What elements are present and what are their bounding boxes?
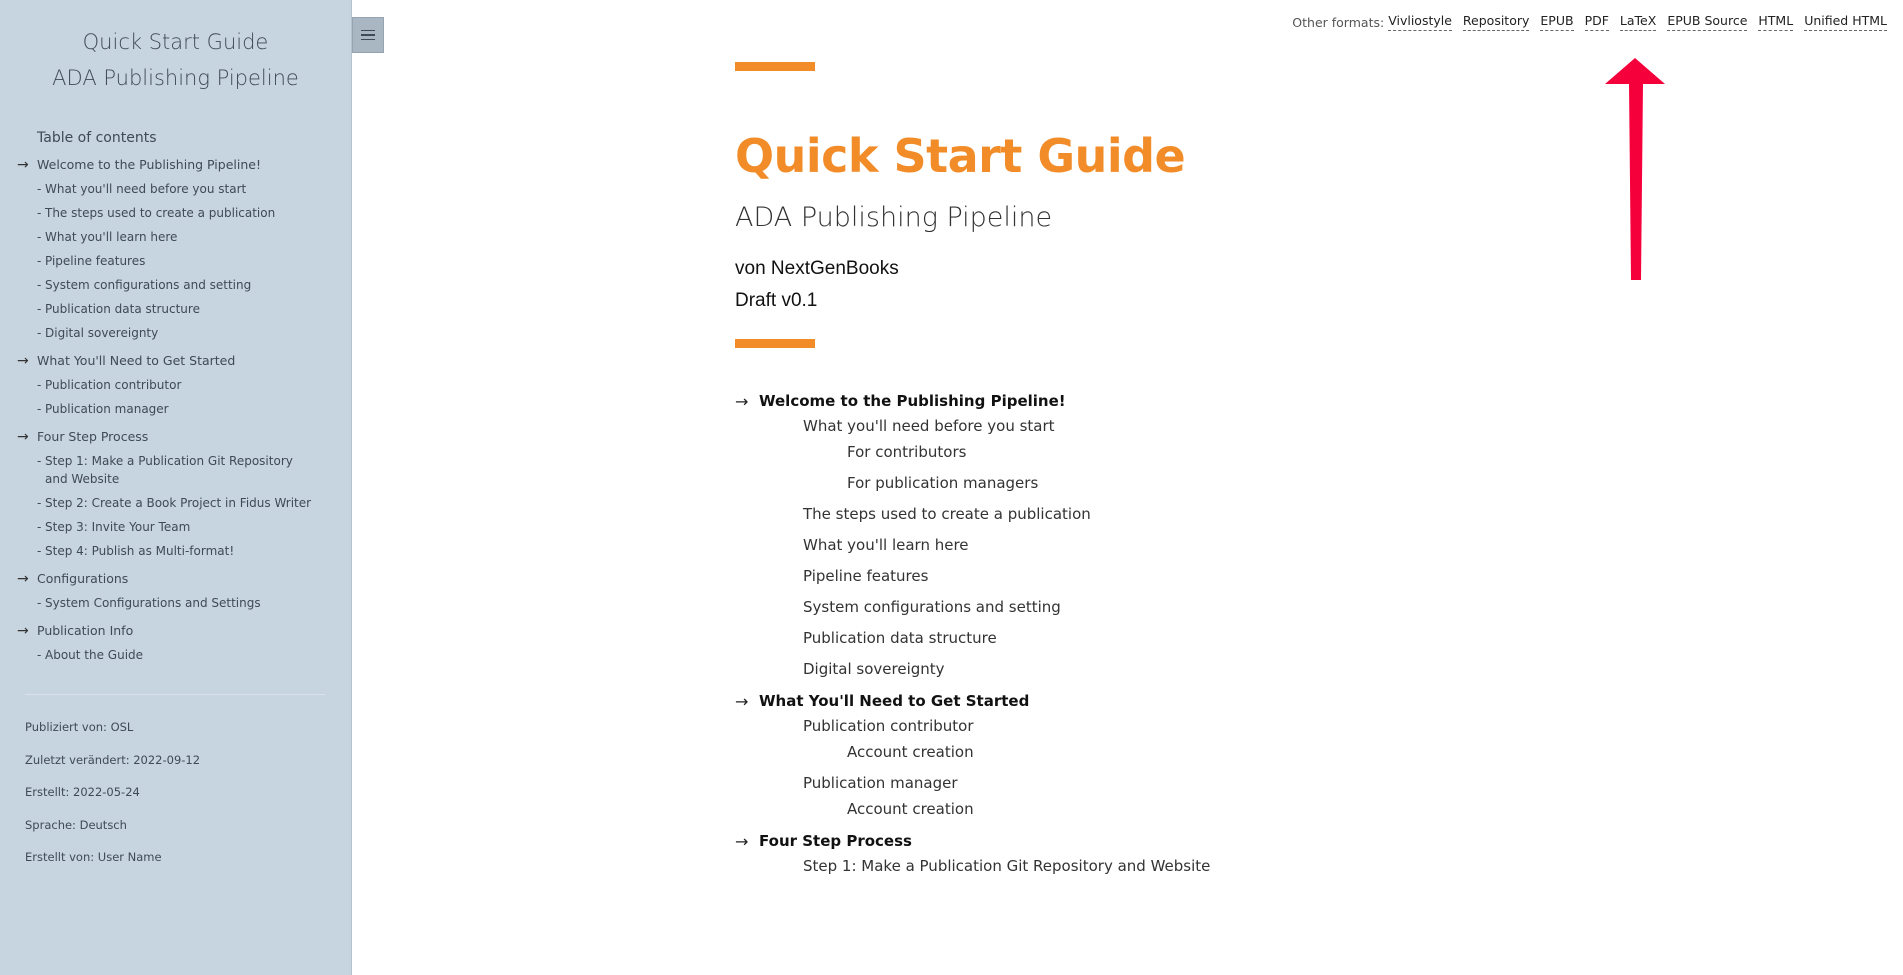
meta-published-by: Publiziert von: OSL: [25, 720, 134, 734]
author-line: von NextGenBooks: [735, 258, 899, 279]
sidebar-subitem[interactable]: - Step 3: Invite Your Team: [37, 518, 327, 536]
sidebar-toc: → Welcome to the Publishing Pipeline! - Wha…: [17, 156, 327, 664]
arrow-right-icon: →: [17, 353, 29, 369]
sidebar-subitem[interactable]: - Publication manager: [37, 400, 327, 418]
content-link[interactable]: For contributors: [847, 442, 1535, 463]
content-link[interactable]: Account creation: [847, 742, 1535, 763]
arrow-right-icon: →: [735, 831, 749, 851]
meta-language: Sprache: Deutsch: [25, 817, 127, 832]
format-links-bar: Other formats: Vivliostyle Repository EP…: [1292, 13, 1887, 31]
draft-version: Draft v0.1: [735, 290, 818, 311]
format-link-unified-html[interactable]: Unified HTML: [1804, 13, 1887, 31]
arrow-right-icon: →: [17, 623, 29, 639]
arrow-right-icon: →: [17, 429, 29, 445]
sidebar-chapter[interactable]: → Publication Info: [17, 622, 327, 640]
content-link[interactable]: What you'll need before you start: [803, 416, 1535, 437]
sidebar-chapter[interactable]: → What You'll Need to Get Started: [17, 352, 327, 370]
arrow-right-icon: →: [17, 571, 29, 587]
meta-last-changed: Zuletzt verändert: 2022-09-12: [25, 752, 201, 767]
arrow-right-icon: →: [17, 157, 29, 173]
sidebar-subitem[interactable]: - Step 2: Create a Book Project in Fidus …: [37, 494, 327, 512]
content-toc: → Welcome to the Publishing Pipeline! Wh…: [735, 390, 1535, 877]
sidebar-chapter[interactable]: → Welcome to the Publishing Pipeline!: [17, 156, 327, 174]
meta-created-by: Erstellt von: User Name: [25, 850, 162, 864]
toc-heading: Table of contents: [37, 130, 157, 146]
arrow-right-icon: →: [735, 391, 749, 411]
format-link-pdf[interactable]: PDF: [1584, 13, 1609, 31]
accent-bar-bottom: [735, 339, 815, 348]
content-link[interactable]: Digital sovereignty: [803, 659, 1535, 680]
content-link[interactable]: System configurations and setting: [803, 597, 1535, 618]
page-subtitle: ADA Publishing Pipeline: [735, 202, 1053, 233]
content-chapter-get-started[interactable]: → What You'll Need to Get Started: [735, 690, 1535, 712]
publication-meta: Publiziert von: OSL Zuletzt verändert: 2…: [25, 719, 351, 865]
sidebar-subitem[interactable]: - Pipeline features: [37, 252, 327, 270]
content-link[interactable]: The steps used to create a publication: [803, 504, 1535, 525]
format-link-html[interactable]: HTML: [1758, 13, 1794, 31]
format-link-epub[interactable]: EPUB: [1540, 13, 1574, 31]
sidebar-subitem[interactable]: - Digital sovereignty: [37, 324, 327, 342]
arrow-right-icon: →: [735, 691, 749, 711]
sidebar-subtitle: ADA Publishing Pipeline: [52, 66, 299, 90]
sidebar-subitem[interactable]: - The steps used to create a publication: [37, 204, 327, 222]
sidebar-subitem[interactable]: - Publication data structure: [37, 300, 327, 318]
content-link[interactable]: Publication contributor: [803, 716, 1535, 737]
content-link[interactable]: Publication data structure: [803, 628, 1535, 649]
content-link[interactable]: Pipeline features: [803, 566, 1535, 587]
main-content: Quick Start Guide ADA Publishing Pipelin…: [735, 62, 1535, 877]
content-chapter-welcome[interactable]: → Welcome to the Publishing Pipeline!: [735, 390, 1535, 412]
meta-created: Erstellt: 2022-05-24: [25, 785, 140, 799]
content-link[interactable]: What you'll learn here: [803, 535, 1535, 556]
content-link[interactable]: Account creation: [847, 799, 1535, 820]
sidebar-title[interactable]: Quick Start Guide: [0, 24, 351, 60]
format-link-latex[interactable]: LaTeX: [1619, 13, 1657, 31]
sidebar-subitem[interactable]: - Step 4: Publish as Multi-format!: [37, 542, 327, 560]
sidebar-subitem[interactable]: - What you'll learn here: [37, 228, 327, 246]
hamburger-menu-icon[interactable]: [352, 17, 384, 53]
sidebar-subitem[interactable]: - System Configurations and Settings: [37, 594, 327, 612]
sidebar-subitem[interactable]: - Publication contributor: [37, 376, 327, 394]
format-link-vivliostyle[interactable]: Vivliostyle: [1388, 13, 1452, 31]
sidebar-chapter[interactable]: → Four Step Process: [17, 428, 327, 446]
content-link[interactable]: Step 1: Make a Publication Git Repositor…: [803, 856, 1535, 877]
content-chapter-four-step[interactable]: → Four Step Process: [735, 830, 1535, 852]
accent-bar-top: [735, 62, 815, 71]
sidebar-subitem[interactable]: - System configurations and setting: [37, 276, 327, 294]
formats-prefix: Other formats:: [1292, 14, 1385, 30]
sidebar-chapter[interactable]: → Configurations: [17, 570, 327, 588]
sidebar-subitem[interactable]: - About the Guide: [37, 646, 327, 664]
content-link[interactable]: For publication managers: [847, 473, 1535, 494]
sidebar: Quick Start Guide ADA Publishing Pipelin…: [0, 0, 352, 975]
red-annotation-arrow-icon: [1605, 58, 1665, 280]
format-link-repository[interactable]: Repository: [1462, 13, 1530, 31]
page-title: Quick Start Guide: [735, 129, 1186, 183]
format-link-epub-source[interactable]: EPUB Source: [1667, 13, 1748, 31]
sidebar-divider: [25, 694, 325, 695]
sidebar-subitem[interactable]: - Step 1: Make a Publication Git Reposito…: [37, 452, 327, 488]
sidebar-subitem[interactable]: - What you'll need before you start: [37, 180, 327, 198]
content-link[interactable]: Publication manager: [803, 773, 1535, 794]
